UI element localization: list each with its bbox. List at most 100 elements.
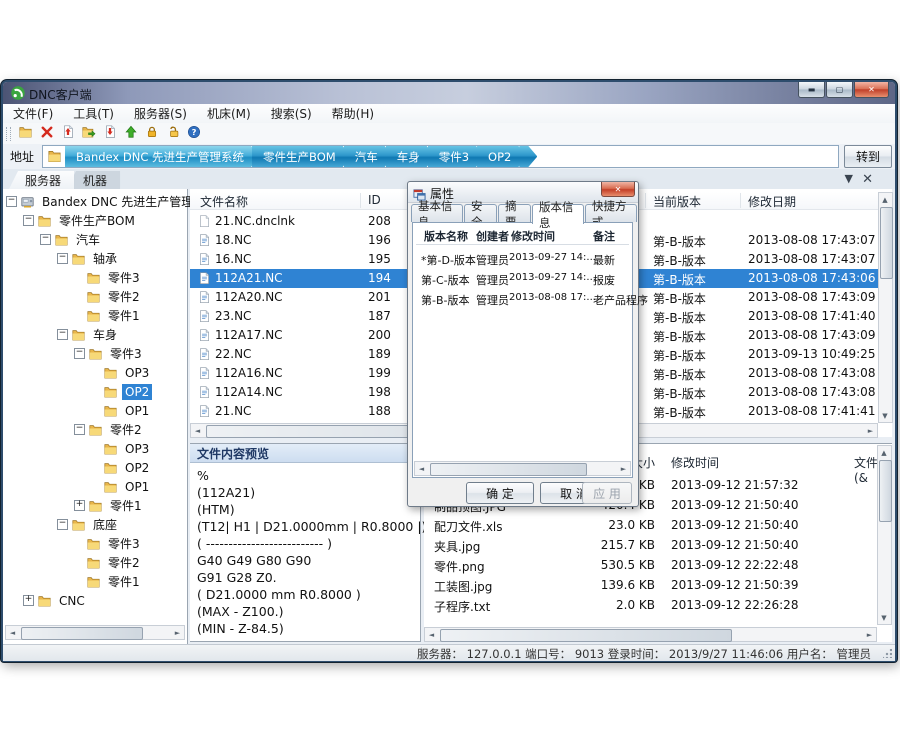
scroll-arrow-down[interactable]: ▼ (879, 409, 891, 422)
tree-node-零件1-20[interactable]: 零件1 (74, 572, 143, 591)
dialog-tab-4[interactable]: 快捷方式 (585, 204, 637, 222)
tree-node-零件3-18[interactable]: 零件3 (74, 534, 143, 553)
collapse-icon[interactable]: − (74, 424, 85, 435)
scroll-arrow-left[interactable]: ◄ (191, 424, 204, 437)
tree-node-OP3-13[interactable]: OP3 (91, 439, 152, 458)
toolbar-new-folder-button[interactable] (15, 125, 36, 143)
breadcrumb-segment-4[interactable]: 零件3 (428, 146, 485, 167)
tree-node-OP2-14[interactable]: OP2 (91, 458, 152, 477)
tree-node-OP1-15[interactable]: OP1 (91, 477, 152, 496)
menu-item-5[interactable]: 帮助(H) (322, 105, 384, 122)
menu-item-4[interactable]: 搜索(S) (261, 105, 322, 122)
dcol-creator[interactable]: 创建者 (476, 228, 509, 244)
scroll-arrow-left[interactable]: ◄ (6, 626, 19, 639)
tree-node-零件生产BOM-1[interactable]: −零件生产BOM (23, 211, 138, 230)
tree-node-Bandex DNC 先进生产管理系统-0[interactable]: −Bandex DNC 先进生产管理系统 (6, 192, 220, 211)
toolbar-help-button[interactable]: ? (183, 125, 204, 143)
scroll-arrow-left[interactable]: ◄ (425, 628, 438, 641)
view-tab-0[interactable]: 服务器 (9, 171, 74, 189)
dialog-close-button[interactable]: ✕ (601, 182, 635, 197)
attachment-row-4[interactable]: 零件.png530.5 KB2013-09-12 22:22:48 (424, 556, 892, 576)
tree-node-零件3-4[interactable]: 零件3 (74, 268, 143, 287)
collapse-icon[interactable]: − (57, 329, 68, 340)
tree-node-零件2-19[interactable]: 零件2 (74, 553, 143, 572)
go-button[interactable]: 转到 (844, 145, 892, 168)
scroll-arrow-right[interactable]: ► (863, 628, 876, 641)
breadcrumb-segment-0[interactable]: Bandex DNC 先进生产管理系统 (65, 146, 260, 167)
attachment-row-5[interactable]: 工装图.jpg139.6 KB2013-09-12 21:50:39 (424, 576, 892, 596)
toolbar-upload-file-button[interactable] (57, 125, 78, 143)
tree-node-CNC-21[interactable]: +CNC (23, 591, 88, 610)
col-file-name[interactable]: 文件名称 (200, 193, 248, 210)
scroll-arrow-right[interactable]: ► (617, 462, 630, 475)
scroll-arrow-down[interactable]: ▼ (878, 611, 890, 624)
tree-node-底座-17[interactable]: −底座 (57, 515, 120, 534)
scroll-thumb[interactable] (430, 463, 587, 476)
scroll-arrow-right[interactable]: ► (171, 626, 184, 639)
tree-node-零件1-6[interactable]: 零件1 (74, 306, 143, 325)
version-row-1[interactable]: 第-C-版本管理员2013-09-27 14:...报废 (413, 269, 632, 289)
scroll-thumb[interactable] (879, 460, 892, 522)
tab-close-icon[interactable]: ✕ (862, 172, 873, 187)
tree-node-轴承-3[interactable]: −轴承 (57, 249, 120, 268)
scroll-arrow-up[interactable]: ▲ (878, 446, 890, 459)
expand-icon[interactable]: + (74, 500, 85, 511)
dcol-remark[interactable]: 备注 (593, 228, 615, 244)
tree-node-零件2-5[interactable]: 零件2 (74, 287, 143, 306)
version-row-2[interactable]: 第-B-版本管理员2013-08-08 17:...老产品程序 (413, 289, 632, 309)
col-id[interactable]: ID (368, 193, 381, 207)
toolbar-upload-button[interactable] (120, 125, 141, 143)
breadcrumb-segment-1[interactable]: 零件生产BOM (252, 146, 352, 167)
scroll-thumb[interactable] (21, 627, 143, 640)
view-tab-1[interactable]: 机器 (67, 171, 120, 189)
menu-item-2[interactable]: 服务器(S) (124, 105, 197, 122)
scroll-arrow-left[interactable]: ◄ (415, 462, 428, 475)
toolbar-lock-button[interactable] (141, 125, 162, 143)
version-row-0[interactable]: *第-D-版本管理员2013-09-27 14:...最新 (413, 249, 632, 269)
menu-item-1[interactable]: 工具(T) (63, 105, 124, 122)
col-version[interactable]: 当前版本 (653, 193, 701, 210)
tree-node-车身-7[interactable]: −车身 (57, 325, 120, 344)
collapse-icon[interactable]: − (74, 348, 85, 359)
dialog-tab-1[interactable]: 安全 (464, 204, 497, 222)
attachment-row-6[interactable]: 子程序.txt2.0 KB2013-09-12 22:26:28 (424, 596, 892, 616)
dcol-version-name[interactable]: 版本名称 (424, 228, 468, 244)
filelist-vertical-scrollbar[interactable]: ▲▼ (878, 192, 893, 423)
dialog-tab-0[interactable]: 基本信息 (411, 204, 463, 222)
tree-node-OP1-11[interactable]: OP1 (91, 401, 152, 420)
collapse-icon[interactable]: − (57, 519, 68, 530)
close-button[interactable]: ✕ (854, 82, 889, 98)
preview-content[interactable]: %(112A21)(HTM)(T12| H1 | D21.0000mm | R0… (190, 463, 420, 637)
address-field[interactable]: Bandex DNC 先进生产管理系统零件生产BOM汽车车身零件3OP2 (42, 145, 839, 168)
dialog-horizontal-scrollbar[interactable]: ◄► (414, 461, 631, 476)
scroll-thumb[interactable] (880, 207, 893, 279)
collapse-icon[interactable]: − (23, 215, 34, 226)
scroll-arrow-right[interactable]: ► (864, 424, 877, 437)
dialog-tab-2[interactable]: 摘要 (498, 204, 531, 222)
attachment-row-3[interactable]: 夹具.jpg215.7 KB2013-09-12 21:50:40 (424, 536, 892, 556)
col-time[interactable]: 修改时间 (671, 454, 719, 471)
minimize-button[interactable]: ▬ (798, 82, 825, 98)
toolbar-send-folder-button[interactable] (78, 125, 99, 143)
scroll-arrow-up[interactable]: ▲ (879, 193, 891, 206)
tree-node-OP2-10[interactable]: OP2 (91, 382, 152, 401)
menu-item-0[interactable]: 文件(F) (3, 105, 63, 122)
scroll-thumb[interactable] (440, 629, 732, 642)
toolbar-download-file-button[interactable] (99, 125, 120, 143)
attachments-horizontal-scrollbar[interactable]: ◄► (424, 627, 877, 642)
collapse-icon[interactable]: − (40, 234, 51, 245)
menu-item-3[interactable]: 机床(M) (197, 105, 261, 122)
toolbar-grip[interactable] (6, 127, 11, 141)
col-modified[interactable]: 修改日期 (748, 193, 796, 210)
collapse-icon[interactable]: − (57, 253, 68, 264)
tab-dropdown-icon[interactable]: ▼ (845, 172, 853, 185)
dialog-tab-3[interactable]: 版本信息 (532, 204, 584, 224)
attachments-vertical-scrollbar[interactable]: ▲▼ (877, 445, 892, 625)
attachment-row-2[interactable]: 配刀文件.xls23.0 KB2013-09-12 21:50:40 (424, 516, 892, 536)
collapse-icon[interactable]: − (6, 196, 17, 207)
expand-icon[interactable]: + (23, 595, 34, 606)
toolbar-unlock-button[interactable] (162, 125, 183, 143)
title-bar[interactable]: DNC客户端 ▬ ▢ ✕ (3, 82, 895, 104)
tree-node-汽车-2[interactable]: −汽车 (40, 230, 103, 249)
maximize-button[interactable]: ▢ (826, 82, 853, 98)
